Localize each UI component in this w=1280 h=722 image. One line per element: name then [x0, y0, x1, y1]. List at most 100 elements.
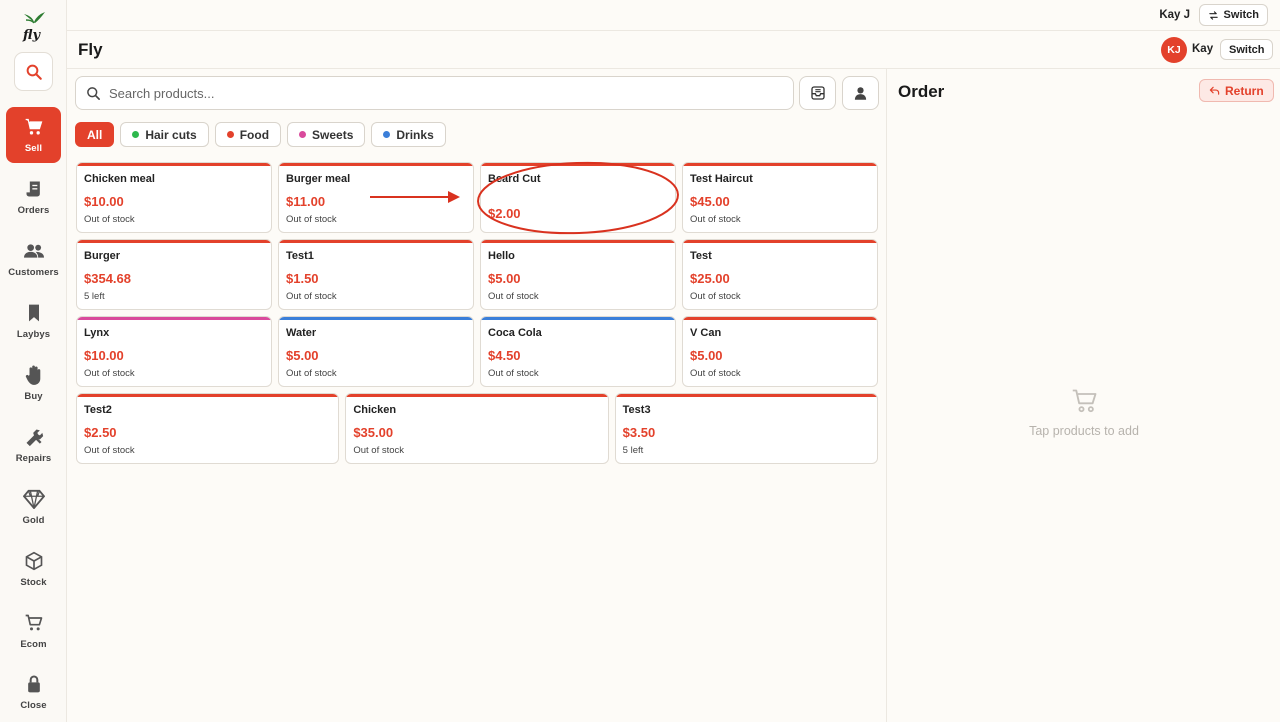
- product-card[interactable]: V Can $5.00 Out of stock: [682, 316, 878, 387]
- sidebar-item-sell[interactable]: Sell: [6, 107, 61, 163]
- search-icon: [87, 86, 100, 100]
- sidebar-item-close[interactable]: Close: [6, 664, 61, 720]
- product-search: [75, 76, 794, 110]
- return-button[interactable]: Return: [1199, 79, 1274, 102]
- tools-icon: [23, 426, 45, 448]
- category-stripe: [77, 240, 271, 243]
- switch-user-button[interactable]: Switch: [1198, 4, 1268, 26]
- product-card[interactable]: Chicken meal $10.00 Out of stock: [76, 162, 272, 233]
- category-stripe: [77, 317, 271, 320]
- product-stock: Out of stock: [286, 368, 337, 379]
- product-name: V Can: [690, 327, 722, 339]
- header-switch-button[interactable]: Switch: [1220, 39, 1274, 60]
- search-input[interactable]: [109, 85, 749, 101]
- sidebar-item-label: Close: [20, 700, 47, 711]
- product-stock: 5 left: [622, 445, 644, 456]
- product-stock: Out of stock: [286, 291, 337, 302]
- category-dot: [132, 131, 140, 138]
- product-price: $1.50: [286, 271, 319, 286]
- sidebar-search-button[interactable]: [14, 52, 53, 91]
- filter-chip-label: Hair cuts: [145, 127, 197, 142]
- sidebar-item-label: Customers: [8, 267, 59, 278]
- filter-chip-drinks[interactable]: Drinks: [371, 122, 446, 147]
- swap-icon: [1208, 10, 1218, 20]
- annotation-arrow: [370, 191, 460, 203]
- product-name: Test1: [286, 250, 314, 262]
- empty-cart-icon: [1072, 389, 1097, 413]
- product-name: Water: [286, 327, 317, 339]
- product-stock: Out of stock: [488, 291, 539, 302]
- empty-order-message: Tap products to add: [1029, 424, 1139, 438]
- header-bar: Fly KJ Kay Switch: [67, 31, 1280, 69]
- sidebar-item-repairs[interactable]: Repairs: [6, 417, 61, 473]
- product-card[interactable]: Test2 $2.50 Out of stock: [76, 393, 340, 464]
- product-price: $3.50: [622, 425, 656, 440]
- sidebar-item-label: Stock: [20, 577, 47, 588]
- product-name: Burger meal: [286, 173, 351, 185]
- sidebar-item-stock[interactable]: Stock: [6, 541, 61, 597]
- category-stripe: [683, 317, 877, 320]
- product-name: Test Haircut: [690, 173, 753, 185]
- fly-logo-icon[interactable]: fly: [20, 10, 48, 42]
- inbox-button[interactable]: [799, 76, 836, 110]
- category-stripe: [481, 317, 675, 320]
- search-icon: [26, 64, 42, 80]
- product-card[interactable]: Test $25.00 Out of stock: [682, 239, 878, 310]
- product-stock: Out of stock: [84, 214, 135, 225]
- category-stripe: [683, 240, 877, 243]
- top-bar: Kay J Switch: [67, 0, 1280, 31]
- product-stock: Out of stock: [690, 291, 741, 302]
- sidebar-item-gold[interactable]: Gold: [6, 479, 61, 535]
- category-stripe: [683, 163, 877, 166]
- order-title: Order: [898, 82, 945, 101]
- sidebar-item-laybys[interactable]: Laybys: [6, 293, 61, 349]
- product-card[interactable]: Coca Cola $4.50 Out of stock: [480, 316, 676, 387]
- filter-chip-food[interactable]: Food: [214, 122, 282, 147]
- filter-chip-hair-cuts[interactable]: Hair cuts: [120, 122, 209, 147]
- category-stripe: [346, 394, 608, 397]
- product-card[interactable]: Lynx $10.00 Out of stock: [76, 316, 272, 387]
- sidebar-item-label: Ecom: [20, 639, 47, 650]
- product-stock: 5 left: [84, 291, 105, 302]
- sidebar-item-customers[interactable]: Customers: [6, 231, 61, 287]
- product-stock: Out of stock: [286, 214, 337, 225]
- customer-button[interactable]: [842, 76, 879, 110]
- avatar[interactable]: KJ: [1161, 37, 1187, 63]
- product-price: $2.50: [84, 425, 117, 440]
- sidebar-item-buy[interactable]: Buy: [6, 355, 61, 411]
- category-stripe: [481, 240, 675, 243]
- filter-chip-label: Sweets: [312, 127, 354, 142]
- category-stripe: [279, 163, 473, 166]
- product-card[interactable]: Test3 $3.50 5 left: [614, 393, 878, 464]
- product-stock: Out of stock: [488, 368, 539, 379]
- filter-chip-all[interactable]: All: [75, 122, 115, 147]
- product-price: $5.00: [286, 348, 319, 363]
- product-price: $10.00: [84, 348, 124, 363]
- product-card[interactable]: Water $5.00 Out of stock: [278, 316, 474, 387]
- product-name: Test: [690, 250, 712, 262]
- product-row: Lynx $10.00 Out of stock Water $5.00 Out…: [76, 316, 878, 387]
- product-stock: Out of stock: [690, 214, 741, 225]
- product-card[interactable]: Chicken $35.00 Out of stock: [345, 393, 609, 464]
- product-price: $45.00: [690, 194, 730, 209]
- product-card[interactable]: Test1 $1.50 Out of stock: [278, 239, 474, 310]
- product-price: $10.00: [84, 194, 124, 209]
- category-stripe: [279, 240, 473, 243]
- category-stripe: [615, 394, 877, 397]
- product-card[interactable]: Hello $5.00 Out of stock: [480, 239, 676, 310]
- svg-text:fly: fly: [22, 28, 41, 42]
- filter-chip-sweets[interactable]: Sweets: [287, 122, 366, 147]
- sidebar-item-orders[interactable]: Orders: [6, 169, 61, 225]
- return-arrow-icon: [1209, 86, 1220, 95]
- sidebar-item-label: Sell: [24, 143, 43, 154]
- product-card[interactable]: Burger $354.68 5 left: [76, 239, 272, 310]
- sidebar-item-ecom[interactable]: Ecom: [6, 603, 61, 659]
- product-price: $35.00: [353, 425, 394, 440]
- product-name: Burger: [84, 250, 121, 262]
- product-price: $5.00: [690, 348, 723, 363]
- category-dot: [383, 131, 391, 138]
- product-row: Burger $354.68 5 left Test1 $1.50 Out of…: [76, 239, 878, 310]
- category-dot: [226, 131, 234, 138]
- product-card[interactable]: Test Haircut $45.00 Out of stock: [682, 162, 878, 233]
- sidebar: fly Sell Orders Customers Laybys Buy Rep…: [0, 0, 67, 722]
